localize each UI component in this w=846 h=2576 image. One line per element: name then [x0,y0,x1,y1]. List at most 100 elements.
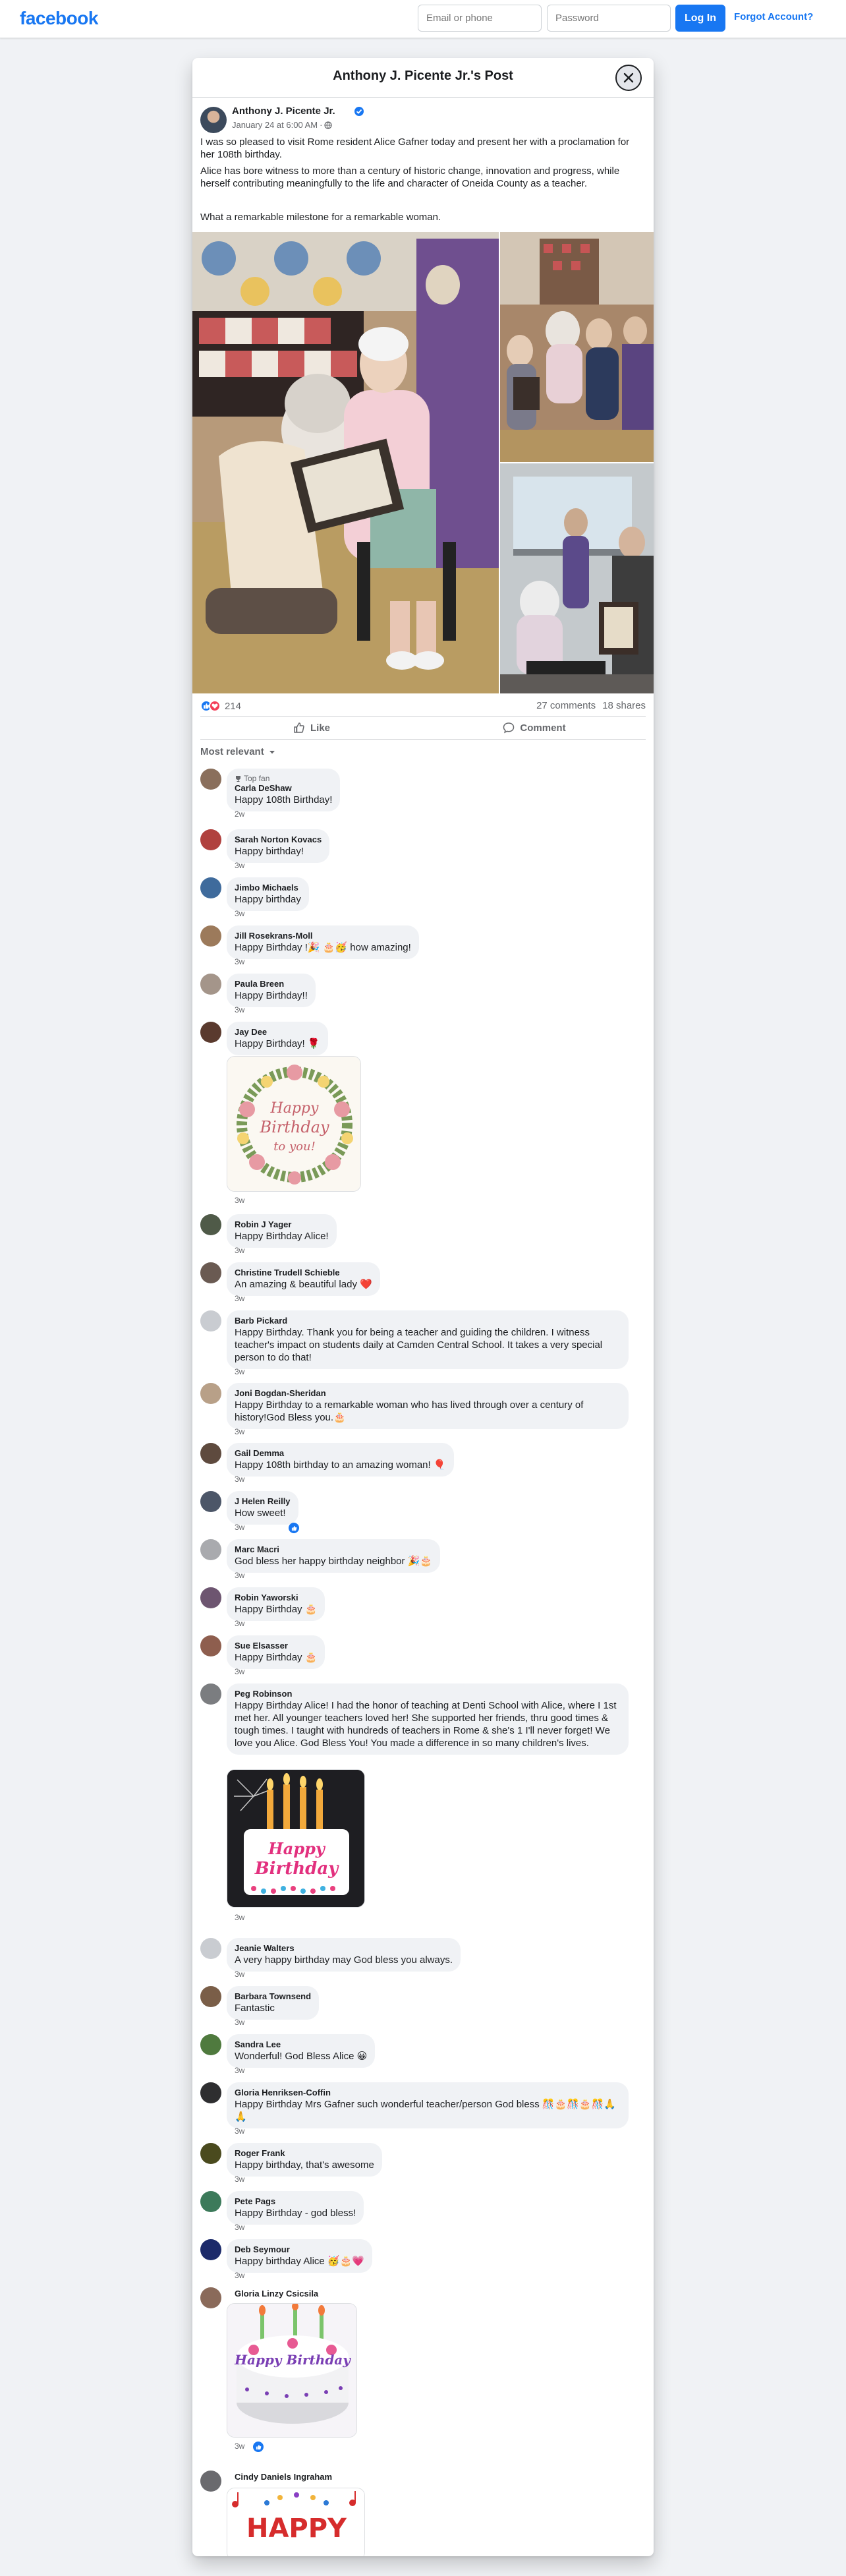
birthday-cake-image[interactable]: Happy Birthday [227,2303,357,2438]
commenter-name[interactable]: Paula Breen [235,979,308,989]
avatar[interactable] [200,974,221,995]
commenter-name[interactable]: Gloria Linzy Csicsila [235,2289,318,2299]
commenter-name[interactable]: Sarah Norton Kovacs [235,834,322,845]
commenter-name[interactable]: Joni Bogdan-Sheridan [235,1388,621,1399]
comment-time[interactable]: 2w [235,809,244,819]
comment-time[interactable]: 3w [235,1246,244,1255]
avatar[interactable] [200,1262,221,1283]
comment-time[interactable]: 3w [235,2126,244,2136]
comment-time[interactable]: 3w [235,1667,244,1676]
comment-time[interactable]: 3w [235,2442,244,2451]
comment-time[interactable]: 3w [235,2271,244,2280]
close-button[interactable] [615,65,642,91]
comment-time[interactable]: 3w [235,2223,244,2232]
commenter-name[interactable]: Barb Pickard [235,1316,621,1326]
comment-bubble: Roger Frank Happy birthday, that's aweso… [227,2143,382,2177]
forgot-account-link[interactable]: Forgot Account? [734,11,813,22]
commenter-name[interactable]: Christine Trudell Schieble [235,1268,372,1278]
comment-count[interactable]: 27 comments [536,700,596,711]
comment-time[interactable]: 3w [235,1571,244,1580]
avatar[interactable] [200,2239,221,2260]
avatar[interactable] [200,1539,221,1560]
commenter-name[interactable]: Carla DeShaw [235,783,332,794]
comment-time[interactable]: 3w [235,1913,244,1922]
comment-sort-dropdown[interactable]: Most relevant [200,746,276,757]
avatar[interactable] [200,1587,221,1608]
avatar[interactable] [200,925,221,947]
commenter-name[interactable]: Sue Elsasser [235,1641,317,1651]
commenter-name[interactable]: Cindy Daniels Ingraham [235,2472,332,2482]
reaction-summary[interactable]: 214 [200,700,241,712]
facebook-logo[interactable]: facebook [20,8,98,29]
birthday-wreath-image[interactable]: Happy Birthday to you! [227,1056,361,1192]
post-photo-main[interactable] [192,232,499,693]
commenter-name[interactable]: Roger Frank [235,2148,374,2159]
avatar[interactable] [200,2471,221,2492]
avatar[interactable] [200,2191,221,2212]
avatar[interactable] [200,1443,221,1464]
commenter-name[interactable]: Jimbo Michaels [235,883,301,893]
avatar[interactable] [200,1214,221,1235]
post-photo-2[interactable] [500,232,654,462]
comment-button[interactable]: Comment [423,717,646,739]
comment-time[interactable]: 3w [235,1619,244,1628]
commenter-name[interactable]: J Helen Reilly [235,1496,291,1507]
author-avatar[interactable] [200,107,227,133]
avatar[interactable] [200,1310,221,1332]
comment-time[interactable]: 3w [235,1294,244,1303]
avatar[interactable] [200,769,221,790]
commenter-name[interactable]: Jeanie Walters [235,1943,453,1954]
commenter-name[interactable]: Sandra Lee [235,2039,367,2050]
comment-time[interactable]: 3w [235,2066,244,2075]
avatar[interactable] [200,1938,221,1959]
avatar[interactable] [200,829,221,850]
commenter-name[interactable]: Gloria Henriksen-Coffin [235,2088,621,2098]
share-count[interactable]: 18 shares [602,700,646,711]
comment-time[interactable]: 3w [235,2175,244,2184]
commenter-name[interactable]: Jill Rosekrans-Moll [235,931,411,941]
commenter-name[interactable]: Marc Macri [235,1544,432,1555]
avatar[interactable] [200,2287,221,2308]
commenter-name[interactable]: Robin Yaworski [235,1593,317,1603]
avatar[interactable] [200,1635,221,1656]
commenter-name[interactable]: Barbara Townsend [235,1991,311,2002]
like-button[interactable]: Like [200,717,423,739]
avatar[interactable] [200,2034,221,2055]
comment-time[interactable]: 3w [235,2018,244,2027]
password-input[interactable] [547,5,671,32]
avatar[interactable] [200,1491,221,1512]
birthday-cake-image[interactable]: Happy Birthday [227,1769,365,1908]
commenter-name[interactable]: Robin J Yager [235,1219,329,1230]
author-name[interactable]: Anthony J. Picente Jr. [232,105,335,117]
like-label: Like [310,722,330,734]
comment-time[interactable]: 3w [235,1523,244,1532]
avatar[interactable] [200,877,221,898]
comment-time[interactable]: 3w [235,1196,244,1205]
comment-time[interactable]: 3w [235,861,244,870]
avatar[interactable] [200,1383,221,1404]
comment-time[interactable]: 3w [235,909,244,918]
comment-time[interactable]: 3w [235,1475,244,1484]
login-button[interactable]: Log In [675,5,725,32]
avatar[interactable] [200,2082,221,2103]
commenter-name[interactable]: Pete Pags [235,2196,356,2207]
post-timestamp[interactable]: January 24 at 6:00 AM [232,120,318,130]
avatar[interactable] [200,1683,221,1705]
comment-time[interactable]: 3w [235,1367,244,1376]
birthday-music-image[interactable]: HAPPY [227,2488,365,2556]
commenter-name[interactable]: Gail Demma [235,1448,446,1459]
comment-time[interactable]: 3w [235,1005,244,1014]
avatar[interactable] [200,1022,221,1043]
comment-time[interactable]: 3w [235,1427,244,1436]
commenter-name[interactable]: Deb Seymour [235,2244,364,2255]
comment-bubble: Gail Demma Happy 108th birthday to an am… [227,1443,454,1477]
comment-time[interactable]: 3w [235,957,244,966]
avatar[interactable] [200,2143,221,2164]
comment-time[interactable]: 3w [235,1970,244,1979]
commenter-name[interactable]: Jay Dee [235,1027,320,1038]
comment-bubble: Sue Elsasser Happy Birthday 🎂 [227,1635,325,1669]
post-photo-3[interactable] [500,463,654,693]
avatar[interactable] [200,1986,221,2007]
commenter-name[interactable]: Peg Robinson [235,1689,621,1699]
email-input[interactable] [418,5,542,32]
